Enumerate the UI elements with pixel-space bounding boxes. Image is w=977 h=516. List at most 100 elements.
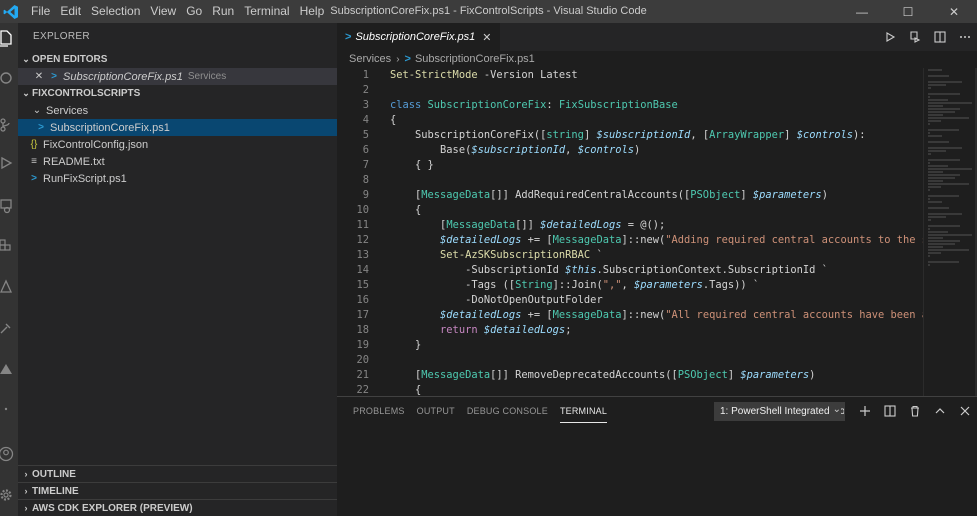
run-icon[interactable]	[877, 23, 902, 51]
minimap-line	[928, 162, 930, 164]
code-token: $parameters	[634, 279, 703, 291]
open-editors-header[interactable]: ⌄ OPEN EDITORS	[18, 51, 337, 68]
code-editor[interactable]: 1 Set-StrictMode -Version Latest 2 3 class S…	[337, 68, 923, 396]
aws-cdk-explorer-label: AWS CDK EXPLORER (PREVIEW)	[32, 502, 193, 514]
split-editor-icon[interactable]	[927, 23, 952, 51]
minimap-line	[928, 243, 955, 245]
code-token: class	[390, 99, 422, 111]
close-window-button[interactable]: ✕	[931, 0, 977, 23]
menu-run[interactable]: Run	[207, 0, 239, 23]
source-control-icon[interactable]	[0, 112, 18, 138]
workspace-header[interactable]: ⌄ FIXCONTROLSCRIPTS	[18, 85, 337, 102]
powershell-file-icon: >	[345, 31, 352, 43]
explorer-sidebar: EXPLORER ⌄ OPEN EDITORS ✕ > Subscription…	[18, 23, 337, 516]
minimap-line	[928, 249, 969, 251]
minimap-line	[928, 189, 930, 191]
minimize-button[interactable]: —	[839, 0, 885, 23]
code-line: 9 [MessageData[]] AddRequiredCentralAcco…	[337, 188, 923, 203]
breadcrumb-file[interactable]: SubscriptionCoreFix.ps1	[415, 53, 535, 65]
minimap-line	[928, 237, 943, 239]
minimap-line	[928, 225, 960, 227]
close-icon[interactable]: ✕	[33, 71, 45, 82]
menu-terminal[interactable]: Terminal	[239, 0, 294, 23]
account-icon[interactable]	[0, 441, 18, 467]
menu-view[interactable]: View	[145, 0, 181, 23]
settings-gear-icon[interactable]	[0, 482, 18, 508]
outline-label: OUTLINE	[32, 468, 76, 480]
code-token: Set-AzSKSubscriptionRBAC	[440, 249, 591, 261]
code-token: .Tags)) `	[702, 279, 760, 291]
split-terminal-icon[interactable]	[877, 397, 902, 425]
file-item[interactable]: ≡ README.txt	[18, 153, 337, 170]
code-line: 15 -Tags ([String]::Join(",", $parameter…	[337, 278, 923, 293]
tab-close-icon[interactable]: ✕	[482, 31, 491, 44]
powershell-file-icon: >	[31, 173, 37, 184]
chevron-right-icon: ›	[24, 486, 28, 496]
code-token: }	[390, 339, 422, 351]
remote-explorer-icon[interactable]	[0, 193, 18, 219]
maximize-button[interactable]: ☐	[885, 0, 931, 23]
testing-icon[interactable]	[0, 315, 18, 341]
minimap-line	[928, 171, 943, 173]
code-token: += [	[521, 234, 553, 246]
menu-selection[interactable]: Selection	[86, 0, 145, 23]
menu-file[interactable]: File	[26, 0, 55, 23]
code-token: MessageData	[421, 189, 491, 201]
explorer-icon[interactable]	[0, 26, 18, 52]
open-editor-folder: Services	[187, 71, 227, 82]
code-token: )	[809, 369, 816, 381]
aws-icon[interactable]	[0, 356, 18, 382]
menu-help[interactable]: Help	[295, 0, 330, 23]
search-icon[interactable]	[0, 66, 18, 92]
line-number: 2	[362, 84, 369, 96]
code-token: ]::Join(	[552, 279, 603, 291]
minimap-line	[928, 165, 948, 167]
code-line: 17 $detailedLogs += [MessageData]::new("…	[337, 308, 923, 323]
file-item[interactable]: > RunFixScript.ps1	[18, 170, 337, 187]
file-item[interactable]: {} FixControlConfig.json	[18, 136, 337, 153]
code-token: "Adding required central accounts to the…	[665, 234, 923, 246]
terminal-select[interactable]: 1: PowerShell Integrated Console ⌄	[714, 401, 845, 421]
tab-debug-console[interactable]: DEBUG CONSOLE	[467, 397, 548, 425]
line-number: 15	[356, 279, 369, 291]
file-item[interactable]: > SubscriptionCoreFix.ps1	[18, 119, 337, 136]
more-icon[interactable]	[0, 396, 18, 422]
powershell-file-icon: >	[404, 53, 411, 65]
minimap-line	[928, 168, 972, 170]
extensions-icon[interactable]	[0, 233, 18, 259]
tab-output[interactable]: OUTPUT	[417, 397, 455, 425]
code-line: 2	[337, 83, 923, 98]
minimap-line	[928, 93, 960, 95]
code-line: 7 { }	[337, 158, 923, 173]
code-token: return	[440, 324, 478, 336]
minimap-line	[928, 108, 960, 110]
aws-cdk-explorer-header[interactable]: › AWS CDK EXPLORER (PREVIEW)	[18, 499, 337, 516]
more-actions-icon[interactable]	[952, 23, 977, 51]
menu-go[interactable]: Go	[181, 0, 207, 23]
run-debug-icon[interactable]	[0, 150, 18, 176]
split-run-icon[interactable]	[902, 23, 927, 51]
code-token: [	[390, 369, 422, 381]
close-icon[interactable]	[952, 397, 977, 425]
minimap-line	[928, 180, 943, 182]
tab-terminal[interactable]: TERMINAL	[559, 399, 608, 423]
editor-tab-active[interactable]: > SubscriptionCoreFix.ps1 ✕	[337, 23, 500, 51]
plus-icon[interactable]	[852, 397, 877, 425]
minimap-line	[928, 87, 931, 89]
file-label: README.txt	[43, 155, 105, 168]
chevron-up-icon[interactable]	[927, 397, 952, 425]
open-editor-item[interactable]: ✕ > SubscriptionCoreFix.ps1 Services	[18, 68, 337, 85]
timeline-header[interactable]: › TIMELINE	[18, 482, 337, 499]
trash-icon[interactable]	[902, 397, 927, 425]
outline-header[interactable]: › OUTLINE	[18, 465, 337, 482]
breadcrumb-folder[interactable]: Services	[349, 53, 391, 65]
minimap[interactable]	[923, 68, 975, 396]
code-token: SubscriptionCoreFix	[427, 99, 547, 111]
azure-icon[interactable]	[0, 274, 18, 300]
folder-services[interactable]: ⌄ Services	[18, 102, 337, 119]
tab-problems[interactable]: PROBLEMS	[353, 397, 405, 425]
menu-edit[interactable]: Edit	[55, 0, 86, 23]
line-number: 11	[356, 219, 369, 231]
